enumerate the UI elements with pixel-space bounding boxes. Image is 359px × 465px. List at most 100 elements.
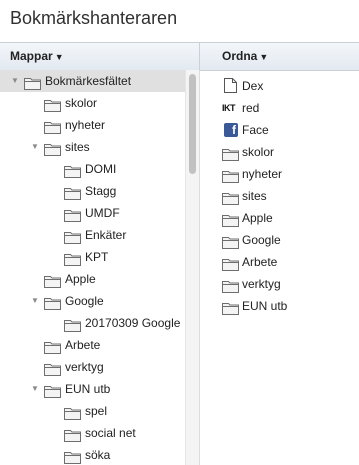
tree-item-label: Google (65, 294, 104, 308)
tree-item[interactable]: DOMI (0, 158, 196, 180)
tree-item-label: KPT (85, 250, 109, 264)
folder-icon (44, 97, 61, 112)
folders-menu-label: Mappar (10, 49, 53, 63)
tree-item[interactable]: Apple (0, 268, 196, 290)
tree-scrollbar[interactable] (185, 70, 200, 465)
bookmark-list: Dex IKT red f Face skolor nyheter sites Apple Goo… (200, 70, 359, 465)
tree-item[interactable]: KPT (0, 246, 196, 268)
expand-triangle-icon[interactable]: ▼ (10, 70, 20, 92)
list-item-label: nyheter (242, 167, 283, 181)
expand-triangle-icon[interactable]: ▼ (30, 378, 40, 400)
folder-icon (44, 339, 61, 354)
list-item[interactable]: verktyg (200, 273, 359, 295)
tree-item-label: EUN utb (65, 382, 111, 396)
folder-icon (222, 212, 239, 227)
tree-item[interactable]: verktyg (0, 356, 196, 378)
list-item[interactable]: Dex (200, 75, 359, 97)
tree-item[interactable]: social net (0, 422, 196, 444)
tree-item[interactable]: ▼ EUN utb (0, 378, 196, 400)
folder-icon (222, 146, 239, 161)
folder-icon (64, 449, 81, 464)
folder-icon (44, 383, 61, 398)
list-item[interactable]: Google (200, 229, 359, 251)
dropdown-arrow-icon: ▼ (259, 52, 269, 62)
folder-icon (64, 405, 81, 420)
folder-icon (222, 168, 239, 183)
list-item-label: Apple (242, 211, 273, 225)
list-item-label: Google (242, 233, 281, 247)
tree-item[interactable]: spel (0, 400, 196, 422)
tree-item-label: söka (85, 448, 111, 462)
folders-menu-button[interactable]: Mappar ▼ (10, 43, 64, 70)
list-item-label: Arbete (242, 255, 278, 269)
scrollbar-thumb[interactable] (189, 74, 196, 174)
list-item[interactable]: nyheter (200, 163, 359, 185)
tree-item-label: skolor (65, 96, 98, 110)
page-title: Bokmärkshanteraren (10, 8, 178, 28)
list-item-label: skolor (242, 145, 275, 159)
folder-icon (64, 163, 81, 178)
tree-item-label: 20170309 Google (85, 316, 181, 330)
folder-icon (44, 141, 61, 156)
tree-item[interactable]: ▼ sites (0, 136, 196, 158)
document-icon (224, 78, 237, 93)
list-item-label: verktyg (242, 277, 281, 291)
expand-triangle-icon[interactable]: ▼ (30, 136, 40, 158)
tree-item-label: nyheter (65, 118, 106, 132)
list-item[interactable]: f Face (200, 119, 359, 141)
folder-icon (64, 427, 81, 442)
list-item-label: sites (242, 189, 267, 203)
folder-icon (222, 190, 239, 205)
tree-item-label: social net (85, 426, 136, 440)
folder-icon (222, 300, 239, 315)
tree-item-label: Stagg (85, 184, 117, 198)
folder-icon (64, 251, 81, 266)
folder-icon (64, 185, 81, 200)
tree-item-label: sites (65, 140, 90, 154)
dropdown-arrow-icon: ▼ (54, 52, 64, 62)
tree-item-label: UMDF (85, 206, 120, 220)
tree-item[interactable]: ▼ Bokmärkesfältet (0, 70, 196, 92)
folder-icon (44, 361, 61, 376)
tree-item[interactable]: Arbete (0, 334, 196, 356)
tree-item-label: Apple (65, 272, 96, 286)
folder-icon (44, 273, 61, 288)
folder-icon (222, 234, 239, 249)
tree-item[interactable]: Enkäter (0, 224, 196, 246)
expand-triangle-icon[interactable]: ▼ (30, 290, 40, 312)
folder-icon (24, 75, 41, 90)
tree-item[interactable]: skolor (0, 92, 196, 114)
list-item[interactable]: sites (200, 185, 359, 207)
tree-item-label: verktyg (65, 360, 104, 374)
tree-item-label: Enkäter (85, 228, 127, 242)
list-item[interactable]: skolor (200, 141, 359, 163)
toolbar-header: Mappar ▼ Ordna ▼ (0, 42, 359, 71)
list-item[interactable]: IKT red (200, 97, 359, 119)
folder-tree: ▼ Bokmärkesfältet skolor nyheter ▼ sites DOMI S… (0, 70, 199, 465)
folder-icon (222, 278, 239, 293)
folder-icon (64, 317, 81, 332)
list-item[interactable]: Apple (200, 207, 359, 229)
tree-item-label: Bokmärkesfältet (45, 74, 132, 88)
tree-item[interactable]: nyheter (0, 114, 196, 136)
list-item-label: red (242, 101, 260, 115)
tree-item-label: Arbete (65, 338, 101, 352)
folder-icon (44, 295, 61, 310)
folder-icon (44, 119, 61, 134)
organize-menu-button[interactable]: Ordna ▼ (222, 43, 268, 70)
folder-icon (64, 229, 81, 244)
list-item[interactable]: EUN utb (200, 295, 359, 317)
list-item[interactable]: Arbete (200, 251, 359, 273)
tree-item[interactable]: ▼ Google (0, 290, 196, 312)
list-item-label: Dex (242, 79, 264, 93)
facebook-favicon: f (224, 123, 238, 137)
tree-item[interactable]: söka (0, 444, 196, 465)
organize-menu-label: Ordna (222, 49, 258, 63)
tree-item[interactable]: Stagg (0, 180, 196, 202)
tree-item[interactable]: UMDF (0, 202, 196, 224)
tree-item-label: DOMI (85, 162, 117, 176)
list-item-label: Face (242, 123, 269, 137)
folder-icon (222, 256, 239, 271)
tree-item[interactable]: 20170309 Google (0, 312, 196, 334)
header-divider (199, 43, 200, 70)
